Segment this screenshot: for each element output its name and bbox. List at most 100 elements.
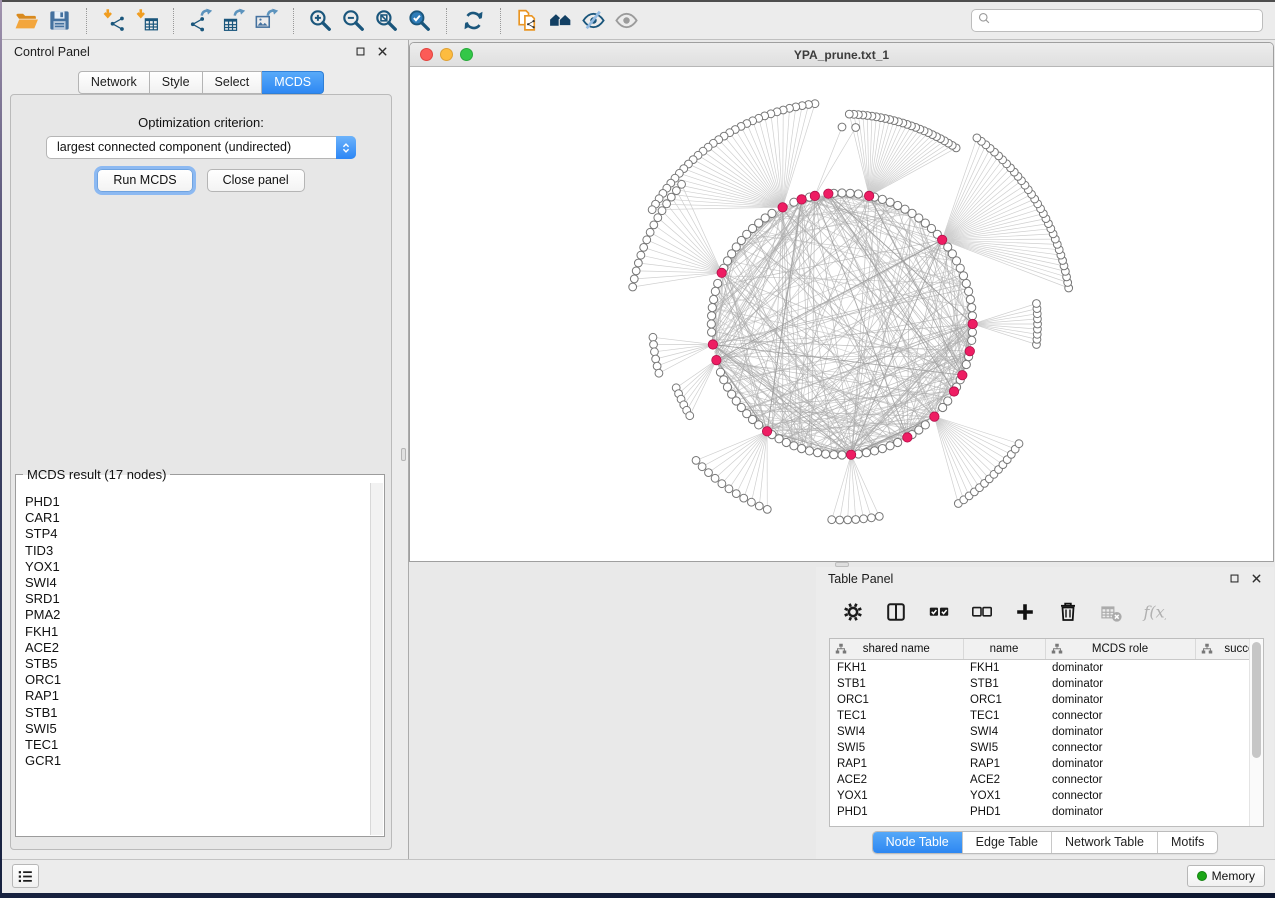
export-image-button[interactable] [250,6,283,36]
dominator-node[interactable] [824,189,833,198]
dominator-node[interactable] [937,235,946,244]
mcds-list-scrollbar[interactable] [370,483,383,835]
network-node[interactable] [894,201,902,209]
import-network-button[interactable] [97,6,130,36]
network-node[interactable] [672,187,680,195]
network-node[interactable] [651,348,659,356]
network-node[interactable] [755,421,763,429]
network-node[interactable] [878,195,886,203]
network-node[interactable] [962,279,970,287]
network-node[interactable] [692,457,700,465]
close-panel-button[interactable]: Close panel [207,169,305,192]
network-node[interactable] [886,442,894,450]
network-node[interactable] [968,304,976,312]
tab-edge-table[interactable]: Edge Table [963,832,1052,853]
mcds-result-item[interactable]: GCR1 [25,753,370,769]
zoom-selected-button[interactable] [403,6,436,36]
network-node[interactable] [852,516,860,524]
network-node[interactable] [846,189,854,197]
dominator-node[interactable] [717,268,726,277]
show-column-panel-button[interactable] [883,599,909,625]
import-table-button[interactable] [130,6,163,36]
network-node[interactable] [650,221,658,229]
run-mcds-button[interactable]: Run MCDS [97,169,192,192]
column-header-MCDS-role[interactable]: MCDS role [1045,639,1195,660]
network-node[interactable] [845,110,853,118]
network-node[interactable] [962,360,970,368]
mcds-result-item[interactable]: SWI4 [25,575,370,591]
vertical-splitter-handle[interactable] [401,448,406,461]
network-node[interactable] [655,369,663,377]
network-node[interactable] [944,243,952,251]
network-node[interactable] [640,244,648,252]
network-node[interactable] [944,397,952,405]
network-node[interactable] [667,193,675,201]
dominator-node[interactable] [958,371,967,380]
save-session-button[interactable] [43,6,76,36]
dominator-node[interactable] [965,347,974,356]
mcds-result-item[interactable]: STB5 [25,656,370,672]
network-node[interactable] [959,272,967,280]
network-node[interactable] [878,445,886,453]
network-node[interactable] [686,412,694,420]
network-node[interactable] [630,275,638,283]
network-node[interactable] [732,490,740,498]
mcds-result-item[interactable]: STB1 [25,705,370,721]
network-node[interactable] [870,447,878,455]
network-node[interactable] [965,287,973,295]
export-network-button[interactable] [184,6,217,36]
tab-select[interactable]: Select [203,71,263,94]
network-node[interactable] [710,295,718,303]
dominator-node[interactable] [708,340,717,349]
mcds-result-item[interactable]: SRD1 [25,591,370,607]
network-node[interactable] [798,445,806,453]
tab-motifs[interactable]: Motifs [1158,832,1217,853]
network-node[interactable] [1033,300,1041,308]
network-node[interactable] [748,498,756,506]
tab-network-table[interactable]: Network Table [1052,832,1158,853]
network-node[interactable] [650,341,658,349]
network-node[interactable] [658,207,666,215]
apply-layout-button[interactable] [457,6,490,36]
dominator-node[interactable] [864,191,873,200]
table-scrollbar[interactable] [1249,639,1263,826]
table-row[interactable]: FKH1FKH1dominator962 [830,660,1264,677]
network-node[interactable] [654,214,662,222]
dominator-node[interactable] [846,450,855,459]
network-node[interactable] [854,190,862,198]
table-row[interactable]: TEC1TEC1connector472 [830,708,1264,724]
first-neighbors-button[interactable] [544,6,577,36]
network-node[interactable] [763,506,771,514]
float-panel-icon[interactable] [1228,573,1240,585]
network-node[interactable] [1015,440,1023,448]
dominator-node[interactable] [903,433,912,442]
show-all-button[interactable] [610,6,643,36]
optimization-criterion-select[interactable]: largest connected component (undirected) [46,136,356,159]
mcds-result-item[interactable]: STP4 [25,526,370,542]
network-node[interactable] [790,442,798,450]
network-node[interactable] [714,279,722,287]
network-node[interactable] [718,480,726,488]
network-node[interactable] [852,124,860,132]
network-node[interactable] [921,421,929,429]
network-node[interactable] [875,513,883,521]
table-row[interactable]: STB1STB1dominator620 [830,676,1264,692]
mcds-result-item[interactable]: RAP1 [25,688,370,704]
mcds-result-item[interactable]: ORC1 [25,672,370,688]
network-node[interactable] [782,438,790,446]
export-table-button[interactable] [217,6,250,36]
dominator-node[interactable] [968,319,977,328]
network-node[interactable] [649,333,657,341]
network-node[interactable] [629,283,637,291]
close-panel-icon[interactable] [1250,573,1262,585]
network-node[interactable] [755,502,763,510]
network-node[interactable] [708,312,716,320]
column-header-shared-name[interactable]: shared name [830,639,963,660]
network-node[interactable] [698,463,706,471]
table-row[interactable]: ORC1ORC1dominator610 [830,692,1264,708]
mcds-result-item[interactable]: FKH1 [25,624,370,640]
network-node[interactable] [894,438,902,446]
dominator-node[interactable] [712,355,721,364]
dominator-node[interactable] [949,387,958,396]
dominator-node[interactable] [797,195,806,204]
